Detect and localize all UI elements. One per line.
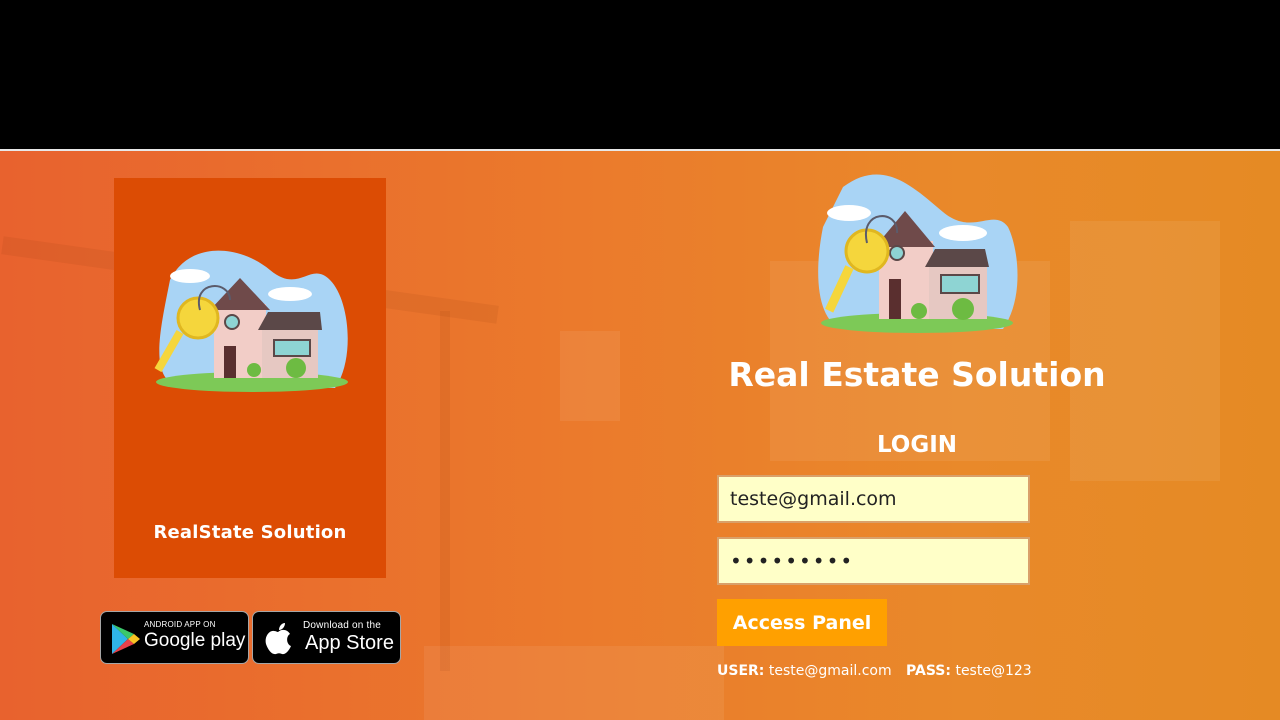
user-value: teste@gmail.com (768, 663, 892, 679)
google-play-icon (112, 624, 140, 654)
pass-value: teste@123 (955, 663, 1032, 679)
app-store-big-text: App Store (305, 632, 394, 654)
user-label: USER: (717, 663, 765, 679)
bg-shape (424, 646, 724, 720)
promo-card: RealState Solution (114, 178, 386, 578)
bg-shape (440, 311, 450, 671)
bg-shape (560, 331, 620, 421)
pass-label: PASS: (906, 663, 951, 679)
top-black-bar (0, 0, 1280, 149)
app-store-small-text: Download on the (303, 620, 382, 631)
brand-title: Real Estate Solution (728, 355, 1106, 394)
promo-title: RealState Solution (153, 522, 347, 543)
login-page: RealState Solution ANDROID APP ON Google… (0, 151, 1280, 720)
login-heading: LOGIN (876, 432, 958, 458)
google-play-small-text: ANDROID APP ON (144, 620, 216, 629)
house-key-illustration (154, 250, 348, 392)
store-buttons: ANDROID APP ON Google play Download on t… (100, 611, 401, 664)
email-field[interactable] (717, 475, 1030, 523)
password-field[interactable] (717, 537, 1030, 585)
apple-icon (265, 623, 291, 655)
demo-credentials: USER: teste@gmail.com PASS: teste@123 (717, 663, 1032, 679)
google-play-button[interactable]: ANDROID APP ON Google play (100, 611, 249, 664)
google-play-big-text: Google play (144, 630, 246, 651)
logo-illustration (818, 174, 1018, 333)
access-panel-button[interactable]: Access Panel (717, 599, 887, 646)
app-store-button[interactable]: Download on the App Store (252, 611, 401, 664)
